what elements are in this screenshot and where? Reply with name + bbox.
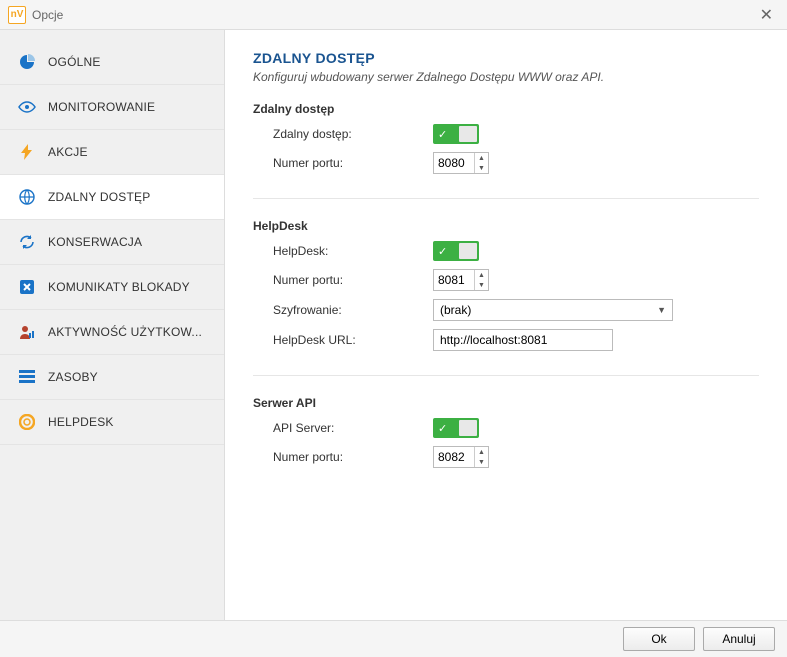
- sidebar-item-block-messages[interactable]: KOMUNIKATY BLOKADY: [0, 265, 224, 310]
- options-window: nV Opcje ✕ OGÓLNE MONITOROWANIE: [0, 0, 787, 657]
- sidebar-item-remote-access[interactable]: ZDALNY DOSTĘP: [0, 175, 224, 220]
- sidebar-item-label: HELPDESK: [48, 415, 114, 429]
- sidebar-item-label: AKTYWNOŚĆ UŻYTKOW...: [48, 325, 202, 339]
- sidebar-item-user-activity[interactable]: AKTYWNOŚĆ UŻYTKOW...: [0, 310, 224, 355]
- sidebar-item-actions[interactable]: AKCJE: [0, 130, 224, 175]
- remote-port-input[interactable]: [434, 154, 474, 172]
- close-icon[interactable]: ✕: [754, 3, 779, 27]
- section-title: HelpDesk: [253, 219, 759, 233]
- content-panel: ZDALNY DOSTĘP Konfiguruj wbudowany serwe…: [225, 30, 787, 620]
- sidebar-item-monitoring[interactable]: MONITOROWANIE: [0, 85, 224, 130]
- globe-icon: [16, 189, 38, 205]
- helpdesk-encryption-select[interactable]: (brak) ▼: [433, 299, 673, 321]
- sidebar: OGÓLNE MONITOROWANIE AKCJE ZDALNY DOSTĘP: [0, 30, 225, 620]
- lifebuoy-icon: [16, 414, 38, 430]
- user-icon: [16, 324, 38, 340]
- api-port-spinner[interactable]: ▲▼: [433, 446, 489, 468]
- ok-button[interactable]: Ok: [623, 627, 695, 651]
- app-icon: nV: [8, 6, 26, 24]
- sidebar-item-label: OGÓLNE: [48, 55, 101, 69]
- sidebar-item-general[interactable]: OGÓLNE: [0, 40, 224, 85]
- pie-icon: [16, 54, 38, 70]
- bolt-icon: [16, 144, 38, 160]
- list-icon: [16, 369, 38, 385]
- page-subtitle: Konfiguruj wbudowany serwer Zdalnego Dos…: [253, 70, 759, 84]
- remote-port-label: Numer portu:: [273, 156, 433, 170]
- section-api-server: Serwer API API Server: ✓ Numer portu: ▲▼: [253, 396, 759, 492]
- helpdesk-encryption-label: Szyfrowanie:: [273, 303, 433, 317]
- footer: Ok Anuluj: [0, 620, 787, 657]
- chevron-up-icon[interactable]: ▲: [475, 447, 488, 457]
- window-title: Opcje: [32, 8, 63, 22]
- chevron-down-icon[interactable]: ▼: [475, 457, 488, 467]
- api-enable-label: API Server:: [273, 421, 433, 435]
- api-port-input[interactable]: [434, 448, 474, 466]
- helpdesk-port-spinner[interactable]: ▲▼: [433, 269, 489, 291]
- sidebar-item-label: MONITOROWANIE: [48, 100, 155, 114]
- select-value: (brak): [440, 303, 471, 317]
- chevron-up-icon[interactable]: ▲: [475, 153, 488, 163]
- sidebar-item-label: KONSERWACJA: [48, 235, 142, 249]
- sidebar-item-maintenance[interactable]: KONSERWACJA: [0, 220, 224, 265]
- section-title: Serwer API: [253, 396, 759, 410]
- sidebar-item-resources[interactable]: ZASOBY: [0, 355, 224, 400]
- titlebar: nV Opcje ✕: [0, 0, 787, 30]
- remote-enable-toggle[interactable]: ✓: [433, 124, 479, 144]
- sidebar-item-label: KOMUNIKATY BLOKADY: [48, 280, 190, 294]
- body: OGÓLNE MONITOROWANIE AKCJE ZDALNY DOSTĘP: [0, 30, 787, 620]
- api-enable-toggle[interactable]: ✓: [433, 418, 479, 438]
- cancel-button[interactable]: Anuluj: [703, 627, 775, 651]
- refresh-icon: [16, 234, 38, 250]
- helpdesk-enable-toggle[interactable]: ✓: [433, 241, 479, 261]
- remote-port-spinner[interactable]: ▲▼: [433, 152, 489, 174]
- sidebar-item-helpdesk[interactable]: HELPDESK: [0, 400, 224, 445]
- chevron-up-icon[interactable]: ▲: [475, 270, 488, 280]
- helpdesk-port-label: Numer portu:: [273, 273, 433, 287]
- helpdesk-url-label: HelpDesk URL:: [273, 333, 433, 347]
- chevron-down-icon: ▼: [657, 305, 666, 315]
- block-icon: [16, 279, 38, 295]
- remote-enable-label: Zdalny dostęp:: [273, 127, 433, 141]
- helpdesk-port-input[interactable]: [434, 271, 474, 289]
- chevron-down-icon[interactable]: ▼: [475, 163, 488, 173]
- section-remote-access: Zdalny dostęp Zdalny dostęp: ✓ Numer por…: [253, 102, 759, 199]
- sidebar-item-label: ZASOBY: [48, 370, 98, 384]
- sidebar-item-label: AKCJE: [48, 145, 88, 159]
- eye-icon: [16, 99, 38, 115]
- helpdesk-url-input[interactable]: [433, 329, 613, 351]
- section-helpdesk: HelpDesk HelpDesk: ✓ Numer portu: ▲▼: [253, 219, 759, 376]
- api-port-label: Numer portu:: [273, 450, 433, 464]
- section-title: Zdalny dostęp: [253, 102, 759, 116]
- page-title: ZDALNY DOSTĘP: [253, 50, 759, 66]
- helpdesk-enable-label: HelpDesk:: [273, 244, 433, 258]
- sidebar-item-label: ZDALNY DOSTĘP: [48, 190, 150, 204]
- chevron-down-icon[interactable]: ▼: [475, 280, 488, 290]
